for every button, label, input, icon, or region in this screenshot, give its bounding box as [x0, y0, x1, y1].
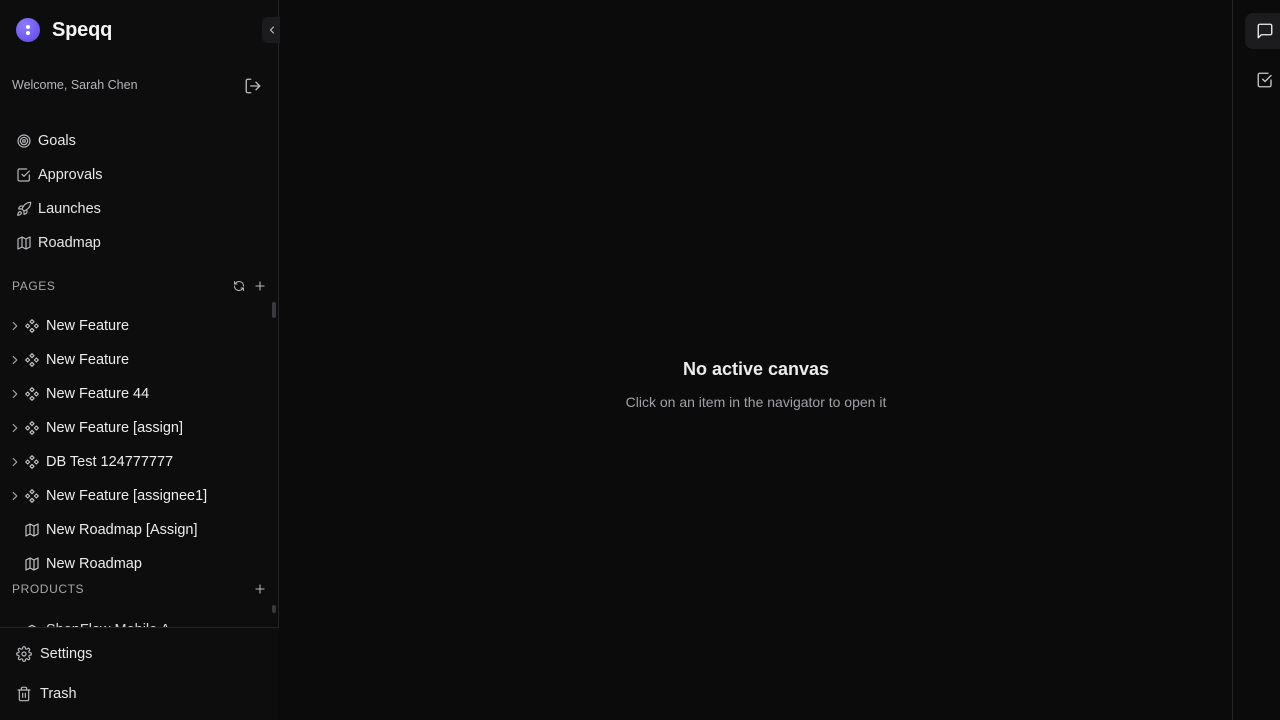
chevron-right-icon[interactable] [8, 421, 22, 435]
page-item[interactable]: New Roadmap [8, 547, 270, 581]
tasks-panel-button[interactable] [1245, 62, 1280, 98]
map-icon [25, 557, 39, 571]
logout-icon [245, 78, 261, 94]
page-item-label: New Feature [46, 352, 130, 368]
main-nav: Goals Approvals Launches Roadmap [12, 124, 267, 260]
chevron-right-icon[interactable] [8, 319, 22, 333]
settings-label: Settings [40, 646, 93, 662]
nav-item-approvals[interactable]: Approvals [12, 158, 267, 192]
welcome-text: Welcome, Sarah Chen [12, 78, 138, 92]
pages-section-header: PAGES [12, 277, 267, 295]
page-item-label: New Roadmap [Assign] [46, 522, 198, 538]
pages-scrollbar[interactable] [272, 302, 276, 318]
logout-button[interactable] [244, 77, 262, 95]
nav-item-label: Launches [38, 201, 101, 217]
pages-actions [233, 279, 267, 293]
page-item-label: New Feature 44 [46, 386, 150, 402]
collapse-sidebar-button[interactable] [262, 17, 282, 43]
app: Speqq Welcome, Sarah Chen Goals Approval… [0, 0, 1280, 720]
component-icon [25, 489, 39, 503]
page-item[interactable]: New Feature [8, 309, 270, 343]
page-item-label: New Feature [46, 318, 130, 334]
brand-name: Speqq [52, 18, 113, 41]
nav-item-label: Approvals [38, 167, 103, 183]
page-item[interactable]: DB Test 124777777 [8, 445, 270, 479]
refresh-icon[interactable] [233, 280, 245, 292]
chevron-right-icon[interactable] [8, 455, 22, 469]
right-rail [1232, 0, 1280, 720]
nav-item-launches[interactable]: Launches [12, 192, 267, 226]
component-icon [25, 353, 39, 367]
comments-panel-button[interactable] [1245, 13, 1280, 49]
trash-icon [17, 686, 31, 702]
page-item[interactable]: New Feature [assignee1] [8, 479, 270, 513]
gear-icon [16, 646, 32, 662]
component-icon [25, 387, 39, 401]
pages-section-title: PAGES [12, 279, 56, 293]
page-item-label: New Feature [assignee1] [46, 488, 208, 504]
message-square-icon [1257, 23, 1273, 39]
products-actions [253, 582, 267, 596]
page-item[interactable]: New Feature [8, 343, 270, 377]
page-item-label: New Roadmap [46, 556, 142, 572]
check-square-icon [1257, 72, 1272, 88]
chevron-right-icon[interactable] [8, 353, 22, 367]
empty-state-subtitle: Click on an item in the navigator to ope… [625, 394, 887, 410]
products-scrollbar[interactable] [272, 605, 276, 613]
trash-label: Trash [40, 686, 77, 702]
map-icon [17, 236, 31, 250]
brand-logo-icon [16, 18, 40, 42]
rocket-icon [17, 201, 32, 216]
pages-list: New Feature New Feature New Feature 44 N… [8, 309, 270, 581]
nav-item-goals[interactable]: Goals [12, 124, 267, 158]
map-icon [25, 523, 39, 537]
trash-button[interactable]: Trash [16, 686, 77, 702]
target-icon [17, 134, 31, 148]
brand[interactable]: Speqq [16, 18, 112, 42]
nav-item-roadmap[interactable]: Roadmap [12, 226, 267, 260]
page-item[interactable]: New Feature [assign] [8, 411, 270, 445]
canvas-area: No active canvas Click on an item in the… [280, 0, 1232, 720]
chevron-right-icon[interactable] [8, 489, 22, 503]
component-icon [25, 455, 39, 469]
page-item[interactable]: New Roadmap [Assign] [8, 513, 270, 547]
page-item-label: DB Test 124777777 [46, 454, 174, 470]
empty-state-title: No active canvas [682, 359, 830, 379]
products-section-title: PRODUCTS [12, 582, 85, 596]
chevron-right-icon[interactable] [8, 387, 22, 401]
products-section-header: PRODUCTS [12, 580, 267, 598]
sidebar-footer: Settings Trash [0, 627, 279, 720]
component-icon [25, 421, 39, 435]
add-product-icon[interactable] [253, 582, 267, 596]
nav-item-label: Roadmap [38, 235, 101, 251]
add-page-icon[interactable] [253, 279, 267, 293]
nav-item-label: Goals [38, 133, 76, 149]
check-square-icon [17, 168, 30, 182]
page-item[interactable]: New Feature 44 [8, 377, 270, 411]
sidebar: Speqq Welcome, Sarah Chen Goals Approval… [0, 0, 282, 720]
chevron-left-icon [269, 26, 275, 34]
component-icon [25, 319, 39, 333]
settings-button[interactable]: Settings [16, 646, 92, 662]
page-item-label: New Feature [assign] [46, 420, 184, 436]
